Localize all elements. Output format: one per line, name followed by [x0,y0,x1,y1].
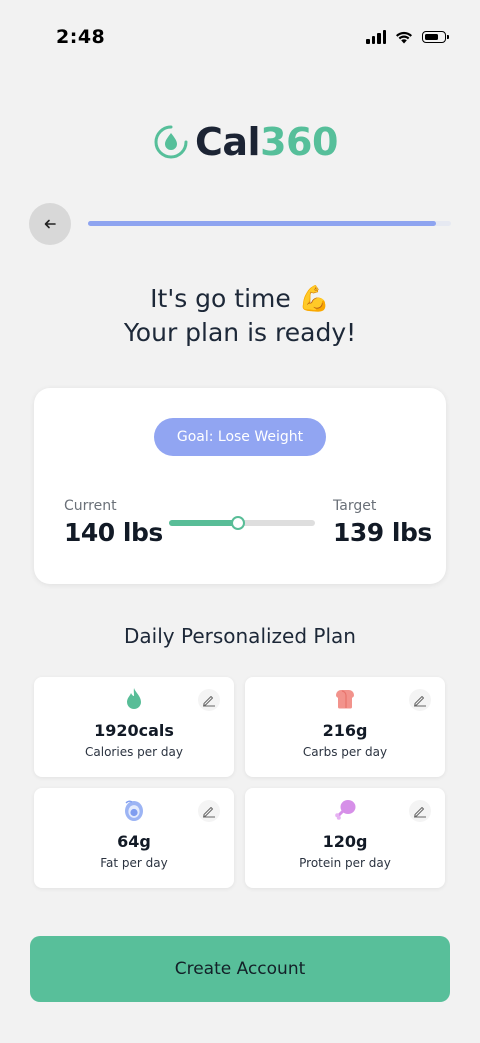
calories-card: 1920cals Calories per day [34,677,234,777]
avocado-icon [125,800,143,821]
status-time: 2:48 [56,26,106,48]
calories-value: 1920cals [94,721,174,740]
progress-fill [88,221,437,226]
drumstick-icon [335,800,356,820]
slider-thumb [230,516,245,530]
wifi-icon [396,31,412,43]
battery-icon [422,31,449,43]
pencil-icon [414,696,426,707]
create-account-button[interactable]: Create Account [30,936,450,1002]
plan-section-title: Daily Personalized Plan [124,624,356,648]
carbs-card: 216g Carbs per day [245,677,445,777]
logo-drop-icon [154,125,188,159]
target-weight: Target 139 lbs [333,498,432,547]
headline-line2: Your plan is ready! [123,318,357,347]
edit-calories-button[interactable] [198,689,220,711]
fat-label: Fat per day [100,856,168,870]
current-weight-label: Current [64,498,117,514]
status-bar: 2:48 [0,0,480,78]
carbs-value: 216g [322,721,368,740]
calories-label: Calories per day [85,745,183,759]
arrow-left-icon [44,219,56,229]
app-logo: Cal360 [153,122,338,162]
back-button[interactable] [29,203,71,245]
edit-protein-button[interactable] [409,800,431,822]
bread-icon [336,690,354,709]
fat-value: 64g [117,832,151,851]
signal-icon [366,30,386,44]
protein-value: 120g [322,832,368,851]
goal-card: Goal: Lose Weight Current 140 lbs Target… [34,388,446,584]
current-weight-value: 140 lbs [64,518,163,547]
carbs-label: Carbs per day [302,745,388,759]
status-icons [366,30,449,44]
logo-text-360: 360 [260,120,338,164]
current-weight: Current 140 lbs [64,498,163,547]
onboarding-progress-bar [88,221,451,226]
pencil-icon [203,696,215,707]
pencil-icon [414,807,426,818]
page-headline: It's go time 💪 Your plan is ready! [0,282,480,350]
target-weight-value: 139 lbs [333,518,432,547]
logo-text: Cal360 [195,122,338,162]
flame-icon [127,688,141,709]
weight-progress-slider [169,516,315,530]
target-weight-label: Target [333,498,377,514]
protein-card: 120g Protein per day [245,788,445,888]
pencil-icon [203,807,215,818]
slider-fill [169,520,238,526]
headline-line1: It's go time 💪 [150,284,330,313]
edit-carbs-button[interactable] [409,689,431,711]
protein-label: Protein per day [299,856,391,870]
fat-card: 64g Fat per day [34,788,234,888]
goal-badge: Goal: Lose Weight [154,418,326,456]
logo-text-cal: Cal [195,120,261,164]
edit-fat-button[interactable] [198,800,220,822]
